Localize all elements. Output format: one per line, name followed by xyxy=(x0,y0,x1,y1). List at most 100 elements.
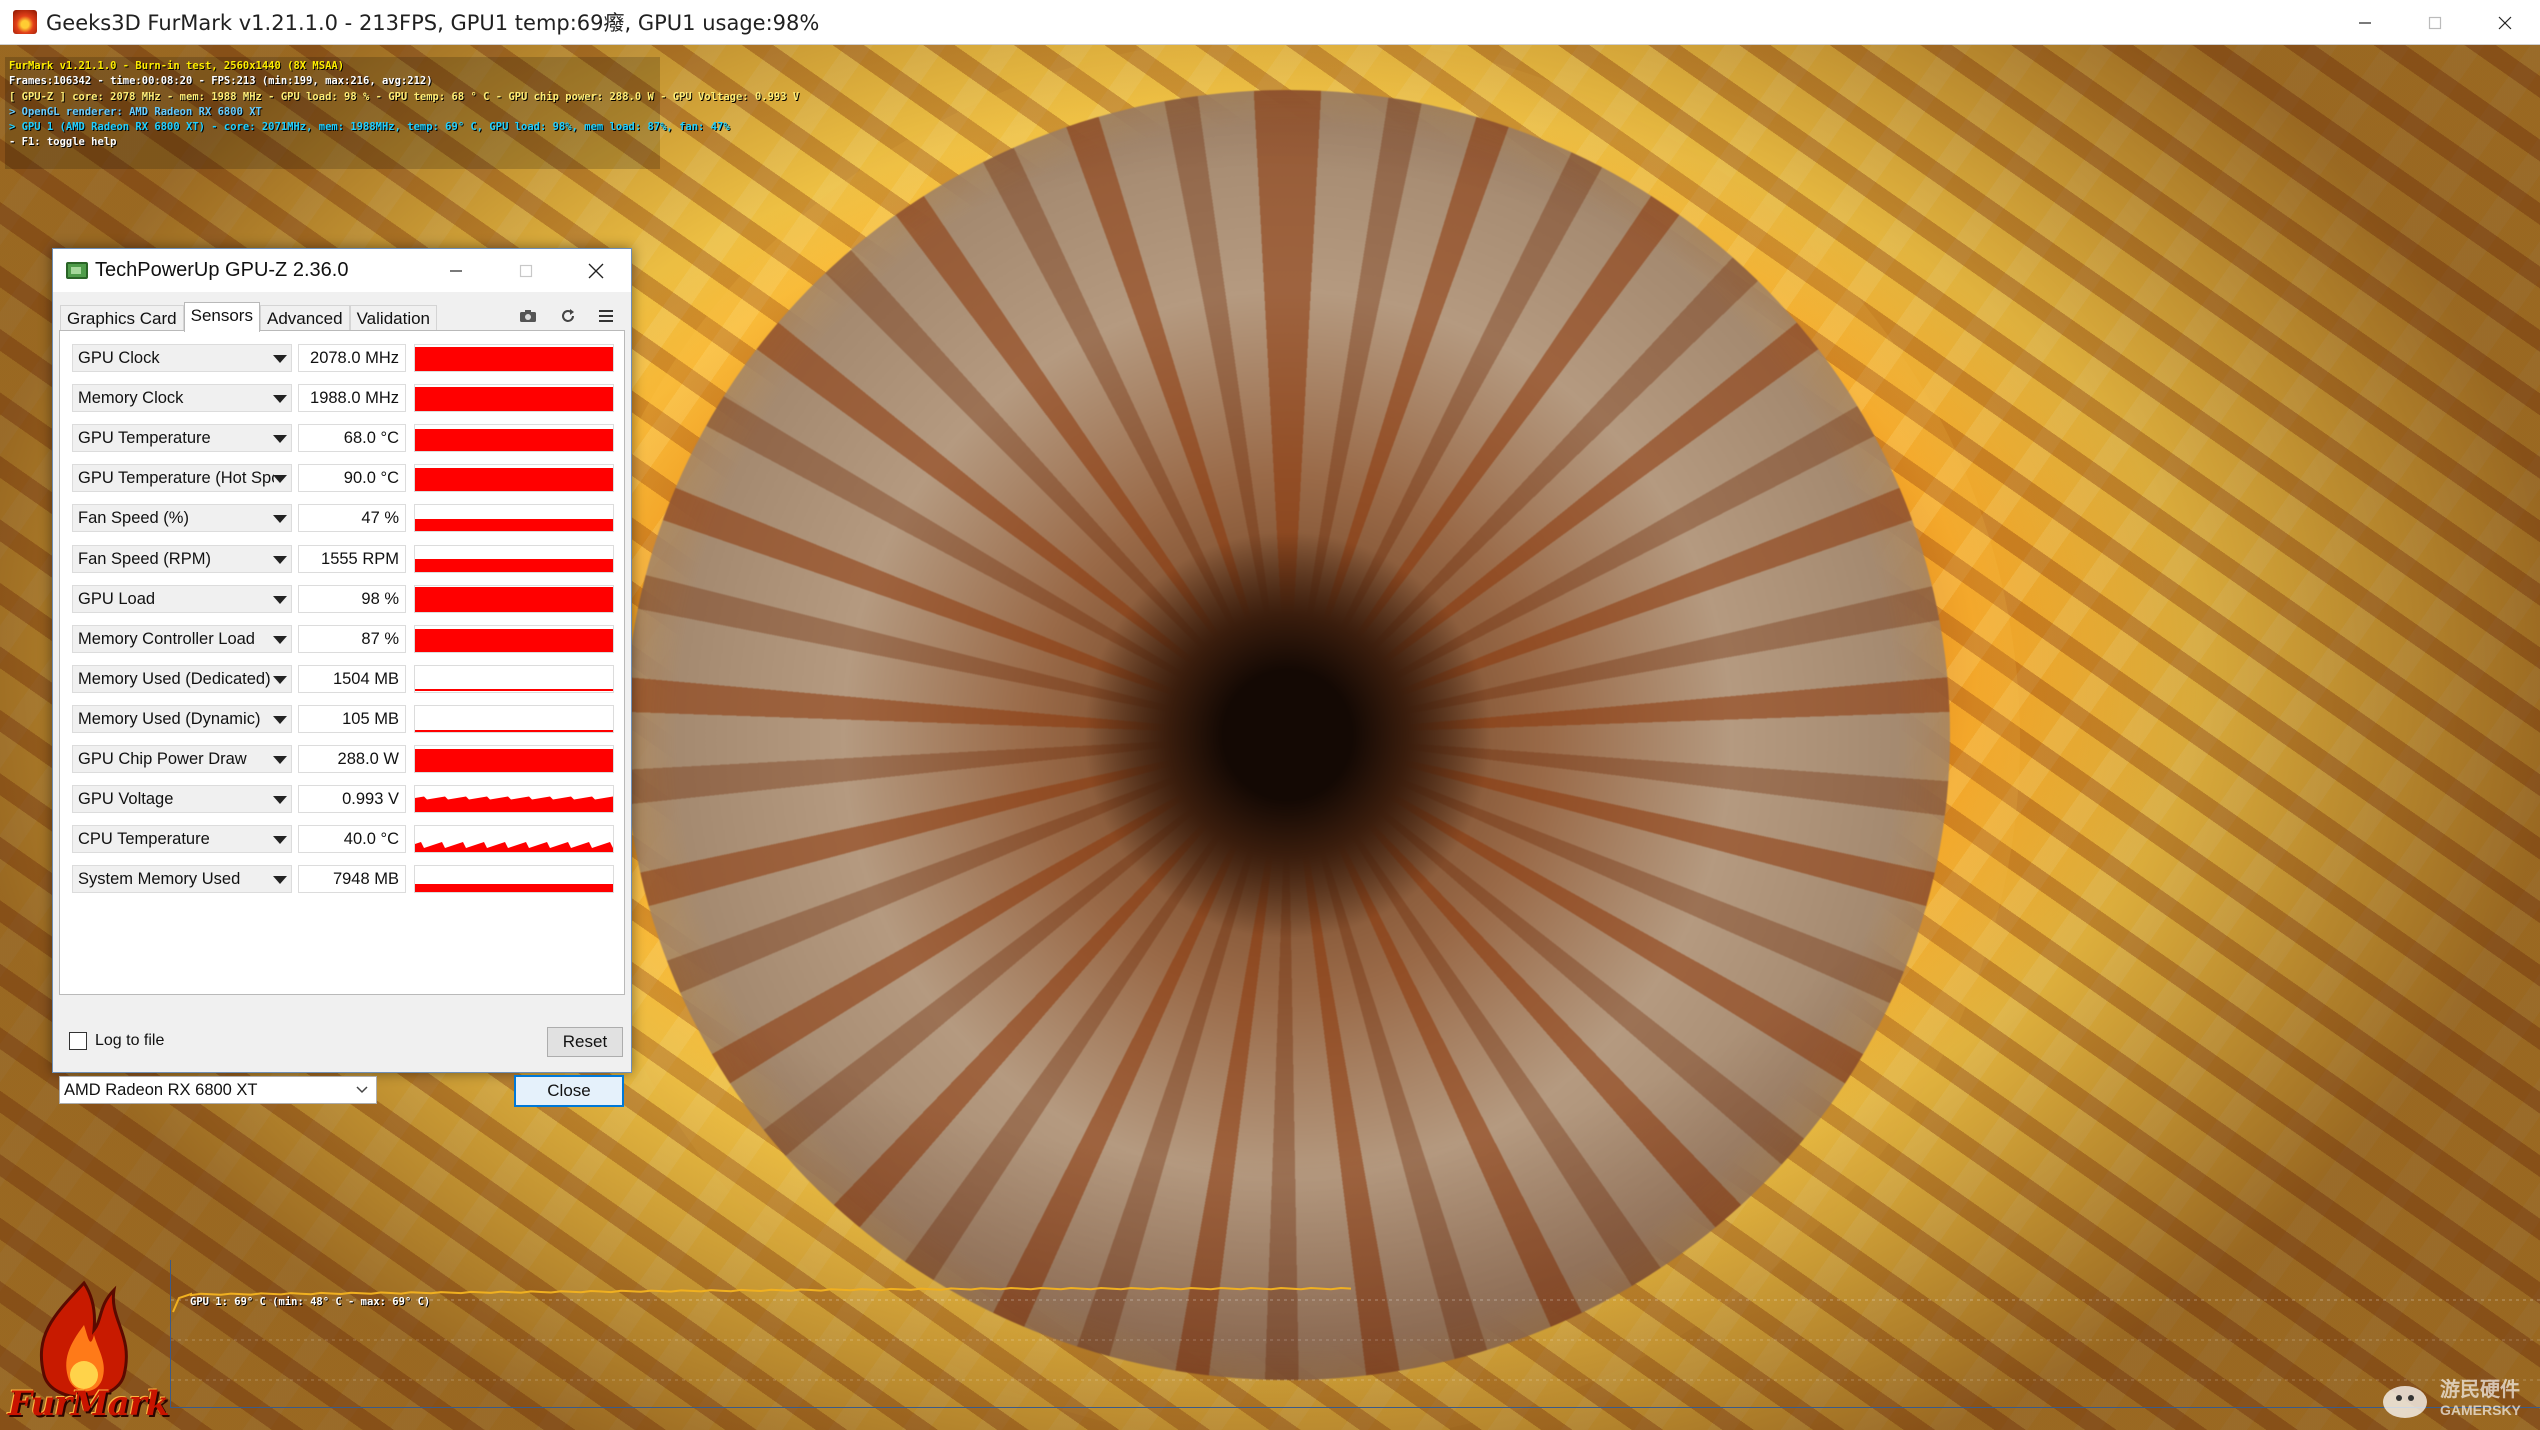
sensor-value-box: 0.993 V xyxy=(298,785,406,814)
sensor-value: 98 % xyxy=(361,589,399,608)
sensor-value: 2078.0 MHz xyxy=(310,349,399,367)
sensor-row: Memory Used (Dynamic) 105 MB xyxy=(68,702,618,735)
sensor-name-dropdown[interactable]: GPU Temperature xyxy=(72,424,292,453)
gpuz-maximize-button[interactable] xyxy=(491,249,561,292)
minimize-button[interactable] xyxy=(2330,0,2400,45)
dropdown-arrow-icon xyxy=(273,395,287,404)
close-window-button[interactable] xyxy=(2470,0,2540,45)
tab-advanced[interactable]: Advanced xyxy=(259,305,350,331)
sensor-graph-svg xyxy=(415,558,613,572)
sensor-name-dropdown[interactable]: Memory Clock xyxy=(72,384,292,413)
sensor-value-box: 7948 MB xyxy=(298,865,406,894)
sensor-name-dropdown[interactable]: Fan Speed (RPM) xyxy=(72,544,292,573)
sensor-row: CPU Temperature 40.0 °C xyxy=(68,822,618,855)
menu-button[interactable] xyxy=(593,304,619,328)
sensor-graph-svg xyxy=(415,387,613,412)
sensor-name: GPU Voltage xyxy=(78,790,174,809)
sensor-graph xyxy=(414,464,614,493)
log-to-file-checkbox[interactable]: Log to file xyxy=(69,1032,164,1050)
screenshot-button[interactable] xyxy=(515,304,541,328)
gpu-select-dropdown[interactable]: AMD Radeon RX 6800 XT xyxy=(59,1076,377,1104)
sensor-name-dropdown[interactable]: System Memory Used xyxy=(72,865,292,894)
sensor-graph-fill xyxy=(415,519,613,532)
sensor-value-box: 90.0 °C xyxy=(298,464,406,493)
sensor-graph xyxy=(414,664,614,693)
dropdown-arrow-icon xyxy=(273,595,287,604)
sensor-value-box: 1504 MB xyxy=(298,664,406,693)
maximize-button[interactable] xyxy=(2400,0,2470,45)
sensor-name-dropdown[interactable]: GPU Temperature (Hot Spot) xyxy=(72,464,292,493)
dropdown-arrow-icon xyxy=(273,836,287,845)
sensors-panel: GPU Clock 2078.0 MHz Memory Clock 1988.0 MH… xyxy=(59,330,625,995)
sensor-graph-svg xyxy=(415,842,613,853)
sensor-name-dropdown[interactable]: CPU Temperature xyxy=(72,825,292,854)
sensor-graph xyxy=(414,504,614,533)
sensor-graph-svg xyxy=(415,586,613,612)
sensor-name: CPU Temperature xyxy=(78,830,210,849)
tab-validation[interactable]: Validation xyxy=(349,305,438,331)
osd-line: [ GPU-Z ] core: 2078 MHz - mem: 1988 MHz… xyxy=(9,90,800,103)
sensor-graph-svg xyxy=(415,429,613,452)
furmark-app-icon xyxy=(13,10,37,34)
sensor-graph xyxy=(414,384,614,413)
gpuz-minimize-button[interactable] xyxy=(421,249,491,292)
sensor-value-box: 1988.0 MHz xyxy=(298,384,406,413)
sensor-graph-line xyxy=(415,729,613,732)
sensor-name-dropdown[interactable]: GPU Voltage xyxy=(72,785,292,814)
minimize-icon xyxy=(2359,21,2371,24)
sensor-graph-fill xyxy=(415,558,613,572)
sensor-graph-svg xyxy=(415,796,613,813)
reset-button[interactable]: Reset xyxy=(547,1027,623,1057)
sensor-name: System Memory Used xyxy=(78,870,241,889)
dropdown-arrow-icon xyxy=(273,876,287,885)
tab-sensors[interactable]: Sensors xyxy=(183,302,260,332)
tab-graphics-card[interactable]: Graphics Card xyxy=(60,305,184,331)
sensor-graph-line xyxy=(415,688,613,691)
sensor-name-dropdown[interactable]: Memory Used (Dynamic) xyxy=(72,704,292,733)
close-icon xyxy=(2498,16,2512,29)
sensor-name-dropdown[interactable]: Memory Controller Load xyxy=(72,624,292,653)
dropdown-arrow-icon xyxy=(273,435,287,444)
gpu-select-value: AMD Radeon RX 6800 XT xyxy=(64,1081,258,1099)
gpuz-window-title: TechPowerUp GPU-Z 2.36.0 xyxy=(95,259,349,281)
sensor-name-dropdown[interactable]: GPU Load xyxy=(72,584,292,613)
sensor-value-box: 2078.0 MHz xyxy=(298,344,406,372)
log-to-file-label: Log to file xyxy=(95,1032,165,1049)
sensor-name-dropdown[interactable]: GPU Clock xyxy=(72,344,292,372)
sensor-graph-fill xyxy=(415,387,613,412)
sensor-value: 1504 MB xyxy=(332,669,399,688)
dropdown-arrow-icon xyxy=(273,756,287,764)
sensor-name: GPU Temperature xyxy=(78,429,211,448)
sensor-value: 7948 MB xyxy=(332,870,399,889)
sensor-name-dropdown[interactable]: Fan Speed (%) xyxy=(72,504,292,533)
sensor-graph-fill xyxy=(415,347,613,371)
sensor-value: 40.0 °C xyxy=(343,830,399,849)
temperature-graph-svg xyxy=(171,1286,2540,1381)
osd-line: FurMark v1.21.1.0 - Burn-in test, 2560x1… xyxy=(9,60,345,72)
refresh-icon xyxy=(562,309,574,322)
sensor-row: Memory Clock 1988.0 MHz xyxy=(68,381,618,414)
gpuz-close-window-button[interactable] xyxy=(561,249,631,292)
sensor-value-box: 105 MB xyxy=(298,704,406,733)
sensor-name: Memory Clock xyxy=(78,389,184,408)
furmark-titlebar: Geeks3D FurMark v1.21.1.0 - 213FPS, GPU1… xyxy=(0,0,2540,45)
sensor-value: 90.0 °C xyxy=(343,469,399,488)
gpuz-tab-strip: Graphics Card Sensors Advanced Validation xyxy=(60,302,438,332)
furmark-logo-text: FurMark xyxy=(8,1384,169,1424)
sensor-value: 87 % xyxy=(361,629,399,648)
dropdown-arrow-icon xyxy=(273,675,287,684)
sensor-row: Fan Speed (%) 47 % xyxy=(68,501,618,534)
sensor-name-dropdown[interactable]: Memory Used (Dedicated) xyxy=(72,664,292,693)
close-button[interactable]: Close xyxy=(514,1075,624,1107)
minimize-icon xyxy=(450,269,462,272)
sensor-row: Memory Controller Load 87 % xyxy=(68,622,618,655)
sensor-name-dropdown[interactable]: GPU Chip Power Draw xyxy=(72,745,292,773)
watermark-line-2: GAMERSKY xyxy=(2440,1402,2521,1418)
sensor-value: 1988.0 MHz xyxy=(310,389,399,408)
sensor-graph-fill xyxy=(415,429,613,452)
checkbox-box[interactable] xyxy=(69,1032,87,1050)
sensor-graph-fill xyxy=(415,796,613,813)
dropdown-arrow-icon xyxy=(273,355,287,363)
refresh-button[interactable] xyxy=(555,304,581,328)
sensor-graph-svg xyxy=(415,884,613,893)
